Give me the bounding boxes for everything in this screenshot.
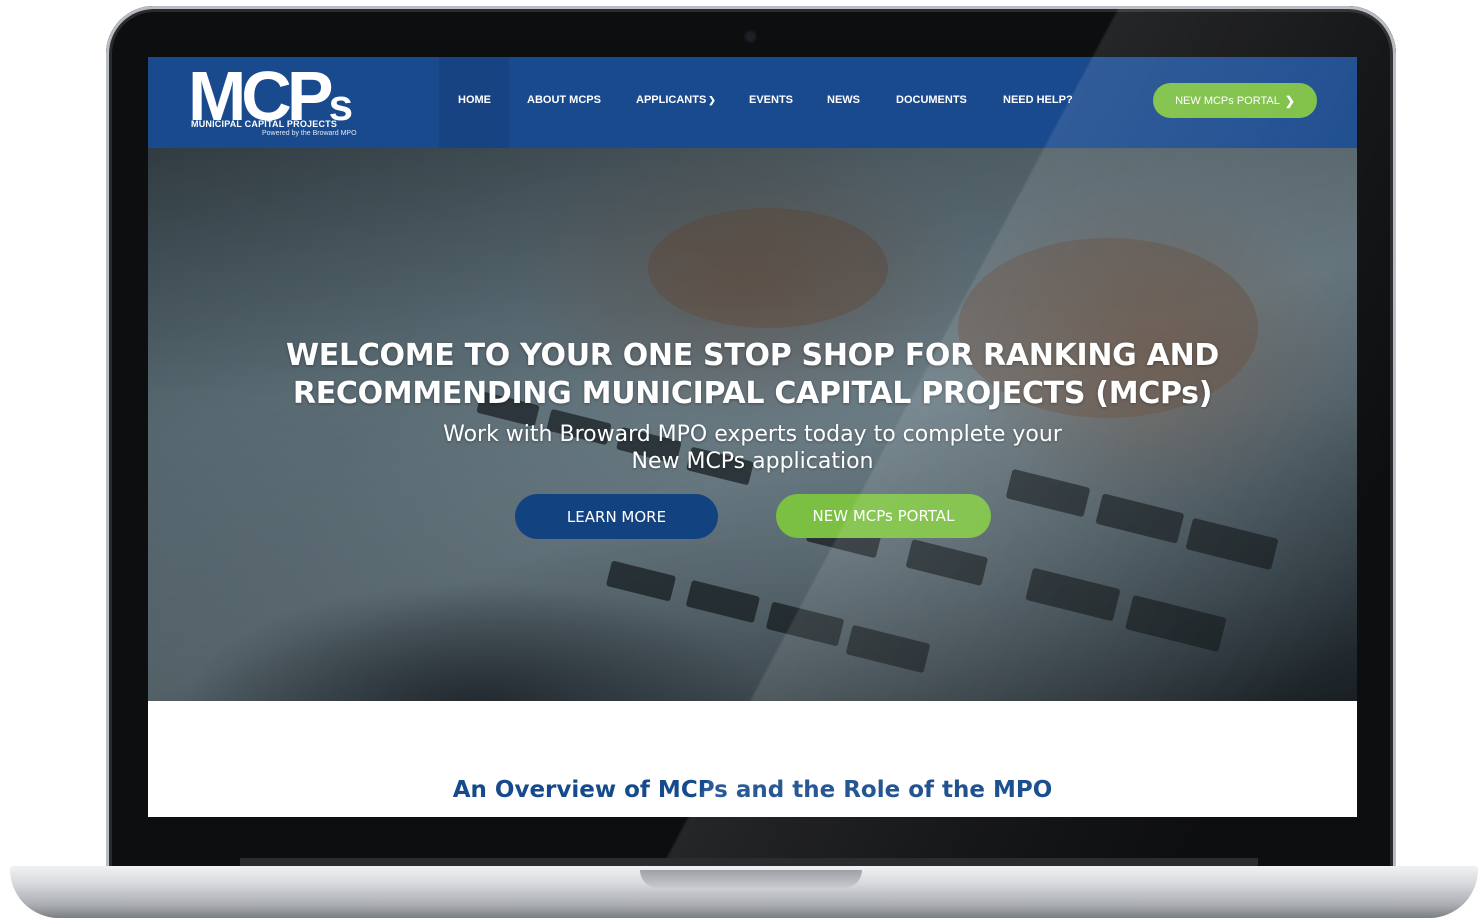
nav-item-events[interactable]: EVENTS: [749, 94, 793, 106]
hero-portal-button[interactable]: NEW MCPs PORTAL: [776, 494, 991, 538]
browser-viewport: MCPs MUNICIPAL CAPITAL PROJECTS Powered …: [148, 57, 1357, 817]
nav-item-need-help[interactable]: NEED HELP?: [1003, 94, 1073, 106]
nav-item-documents[interactable]: DOCUMENTS: [896, 94, 967, 106]
chevron-right-icon: ❯: [1284, 93, 1295, 108]
hero-title-line2: RECOMMENDING MUNICIPAL CAPITAL PROJECTS …: [292, 376, 1213, 411]
nav-item-about[interactable]: ABOUT MCPS: [527, 94, 601, 106]
nav-item-home[interactable]: HOME: [458, 94, 491, 106]
nav-portal-label: NEW MCPs PORTAL: [1175, 94, 1280, 107]
laptop-notch: [640, 870, 862, 888]
hero-title: WELCOME TO YOUR ONE STOP SHOP FOR RANKIN…: [148, 337, 1357, 413]
overview-heading: An Overview of MCPs and the Role of the …: [452, 777, 1053, 803]
site-header: MCPs MUNICIPAL CAPITAL PROJECTS Powered …: [148, 57, 1357, 148]
hero-subtitle: Work with Broward MPO experts today to c…: [148, 421, 1357, 475]
nav-item-news[interactable]: NEWS: [827, 94, 860, 106]
learn-more-button[interactable]: LEARN MORE: [515, 494, 718, 539]
chevron-down-icon: ❯: [708, 95, 716, 105]
logo-wordmark: MCPs: [188, 61, 353, 141]
camera-icon: [746, 32, 755, 41]
hero-subtitle-line2: New MCPs application: [631, 449, 874, 474]
site-logo[interactable]: MCPs MUNICIPAL CAPITAL PROJECTS Powered …: [188, 61, 388, 143]
hero-subtitle-line1: Work with Broward MPO experts today to c…: [443, 422, 1062, 447]
hero-banner: WELCOME TO YOUR ONE STOP SHOP FOR RANKIN…: [148, 148, 1357, 701]
logo-subtitle: MUNICIPAL CAPITAL PROJECTS: [191, 119, 338, 129]
nav-item-applicants-label: APPLICANTS: [636, 94, 707, 106]
nav-item-applicants[interactable]: APPLICANTS ❯: [636, 94, 716, 106]
nav-portal-button[interactable]: NEW MCPs PORTAL ❯: [1153, 83, 1317, 118]
hero-title-line1: WELCOME TO YOUR ONE STOP SHOP FOR RANKIN…: [286, 338, 1219, 373]
logo-tagline: Powered by the Broward MPO: [262, 130, 357, 137]
